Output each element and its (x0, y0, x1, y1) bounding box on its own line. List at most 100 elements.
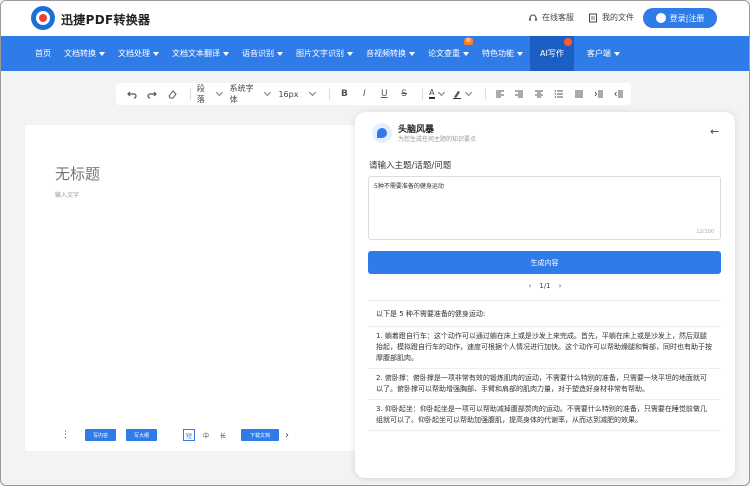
back-arrow-icon[interactable]: ← (710, 125, 719, 138)
justify-button[interactable] (571, 86, 587, 102)
redo-button[interactable] (144, 86, 160, 102)
font-size-select[interactable]: 16px (278, 88, 317, 99)
editor-bottom-bar: ⋮ 写内容 写大纲 短 中 长 下载文档 › (61, 426, 341, 444)
paragraph-label: 段落 (196, 84, 205, 104)
indent-button[interactable] (591, 86, 607, 102)
app-window: 迅捷PDF转换器 在线客服 我的文件 登录|注册 首页 文档转换 文档处理 文档文本翻… (0, 0, 750, 486)
align-center-button[interactable] (531, 86, 547, 102)
nav-item-label: 文档文本翻译 (172, 49, 220, 58)
document-title[interactable]: 无标题 (55, 163, 100, 184)
nav-item-label: 图片文字识别 (296, 49, 344, 58)
undo-icon (127, 91, 137, 99)
document-editor[interactable]: 无标题 输入文字 (25, 125, 395, 451)
nav-item-7[interactable]: 论文查重新 (428, 36, 473, 71)
new-badge: 新 (463, 38, 473, 45)
length-short-option[interactable]: 短 (183, 429, 196, 441)
chevron-right-icon[interactable]: › (559, 282, 562, 290)
strikethrough-button[interactable]: S (396, 86, 412, 102)
align-left-button[interactable] (492, 86, 508, 102)
download-document-button[interactable]: 下载文档 (241, 429, 280, 441)
toolbar-divider (189, 88, 191, 100)
nav-item-5[interactable]: 图片文字识别 (296, 36, 353, 71)
paragraph-select[interactable]: 段落 (196, 83, 223, 105)
caret-down-icon (153, 51, 159, 56)
nav-item-label: AI写作 (540, 49, 564, 58)
bold-button[interactable]: B (336, 86, 352, 102)
chevron-down-icon (215, 88, 223, 97)
caret-down-icon (463, 51, 469, 56)
user-icon (655, 13, 666, 23)
result-paragraph: 1. 躺着蹬自行车：这个动作可以通过躺在床上或是沙发上来完成。首先，平躺在床上或… (368, 327, 721, 369)
customer-service-label: 在线客服 (542, 13, 574, 22)
result-pager: ‹ 1/1 › (355, 282, 735, 290)
caret-down-icon (99, 51, 105, 56)
align-right-button[interactable] (512, 86, 528, 102)
justify-icon (575, 90, 584, 98)
nav-item-4[interactable]: 语音识别 (242, 36, 283, 71)
clear-format-button[interactable] (164, 86, 180, 102)
redo-icon (147, 91, 157, 99)
nav-item-8[interactable]: 特色功能 (482, 36, 523, 71)
brainstorm-icon (372, 123, 392, 143)
write-outline-button[interactable]: 写大纲 (126, 429, 158, 441)
highlighter-icon (452, 91, 461, 99)
underline-button[interactable]: U (376, 86, 392, 102)
nav-item-0[interactable]: 首页 (35, 36, 51, 71)
result-paragraph: 以下是 5 种不需要准备的健身运动: (368, 301, 721, 327)
list-icon (554, 90, 564, 98)
more-options-icon[interactable]: ⋮ (61, 430, 70, 440)
list-button[interactable] (551, 86, 567, 102)
nav-item-1[interactable]: 文档转换 (64, 36, 105, 71)
chevron-down-icon (309, 88, 317, 97)
toolbar-divider (422, 88, 424, 100)
align-center-icon (535, 90, 544, 98)
outdent-icon (614, 90, 624, 98)
nav-item-9[interactable]: AI写作 (530, 36, 574, 71)
chevron-left-icon[interactable]: ‹ (529, 282, 532, 290)
brand-logo-icon[interactable] (31, 6, 55, 30)
file-icon (589, 13, 597, 22)
write-content-button[interactable]: 写内容 (85, 429, 117, 441)
toolbar-divider (329, 88, 331, 100)
customer-service-link[interactable]: 在线客服 (528, 12, 574, 23)
caret-down-icon (409, 51, 415, 56)
caret-down-icon (517, 51, 523, 56)
brand-name[interactable]: 迅捷PDF转换器 (61, 11, 150, 28)
caret-down-icon (223, 51, 229, 56)
chevron-down-icon (464, 88, 472, 97)
login-register-button[interactable]: 登录|注册 (643, 8, 717, 28)
topic-input-label: 请输入主题/话题/问题 (369, 161, 452, 171)
chevron-right-icon[interactable]: › (285, 430, 289, 441)
document-body-placeholder[interactable]: 输入文字 (55, 190, 79, 199)
generate-content-button[interactable]: 生成内容 (368, 251, 721, 274)
result-paragraph: 3. 仰卧起坐：仰卧起坐是一项可以帮助减掉腹部赘肉的运动。不需要什么特别的准备，… (368, 400, 721, 431)
my-files-link[interactable]: 我的文件 (588, 12, 634, 23)
undo-button[interactable] (124, 86, 140, 102)
hot-badge-icon (563, 38, 572, 46)
nav-item-3[interactable]: 文档文本翻译 (172, 36, 229, 71)
align-left-icon (495, 90, 504, 98)
nav-item-10[interactable]: 客户端 (587, 36, 620, 71)
length-medium-option[interactable]: 中 (200, 429, 212, 441)
caret-down-icon (347, 51, 353, 56)
font-color-icon: A (429, 88, 435, 99)
nav-item-6[interactable]: 音视频转换 (366, 36, 415, 71)
result-paragraph: 2. 俯卧撑：俯卧撑是一项非常有效的锻炼肌肉的运动，不需要什么特别的准备，只需要… (368, 369, 721, 400)
align-right-icon (515, 90, 524, 98)
nav-item-label: 首页 (35, 49, 51, 58)
nav-item-2[interactable]: 文档处理 (118, 36, 159, 71)
indent-icon (594, 90, 604, 98)
font-size-label: 16px (278, 89, 299, 99)
length-long-option[interactable]: 长 (217, 429, 229, 441)
outdent-button[interactable] (611, 86, 627, 102)
nav-item-label: 音视频转换 (366, 49, 406, 58)
font-color-select[interactable]: A (429, 88, 445, 99)
highlight-select[interactable] (452, 88, 472, 99)
font-select[interactable]: 系统字体 (230, 83, 272, 105)
headset-icon (529, 14, 537, 21)
chevron-down-icon (264, 88, 272, 97)
italic-button[interactable]: I (356, 86, 372, 102)
top-header: 迅捷PDF转换器 在线客服 我的文件 登录|注册 (1, 1, 749, 36)
topic-input[interactable]: 5种不需要准备的健身运动 12/100 (368, 176, 721, 240)
login-label: 登录|注册 (669, 13, 705, 23)
